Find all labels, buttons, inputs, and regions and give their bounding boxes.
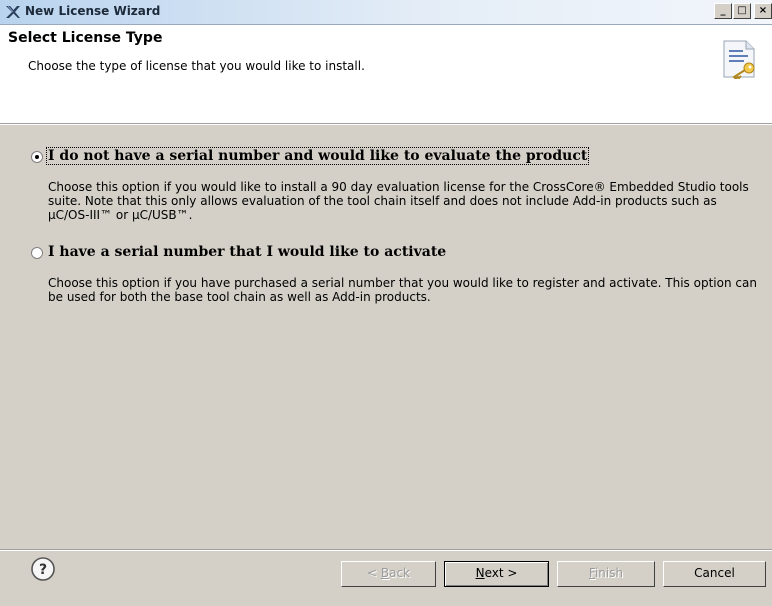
help-question-icon[interactable]: ?	[30, 556, 56, 582]
activate-option-description: Choose this option if you have purchased…	[48, 276, 757, 304]
evaluate-option-label[interactable]: I do not have a serial number and would …	[45, 147, 590, 165]
wizard-window: New License Wizard _ □ × Select License …	[0, 0, 772, 606]
maximize-button[interactable]: □	[733, 3, 751, 19]
wizard-header: Select License Type Choose the type of l…	[0, 25, 772, 123]
window-title: New License Wizard	[25, 4, 161, 18]
svg-text:?: ?	[39, 562, 47, 578]
header-separator-highlight	[0, 124, 772, 125]
page-description: Choose the type of license that you woul…	[28, 59, 365, 73]
minimize-button[interactable]: _	[714, 3, 732, 19]
back-rest: ack	[389, 566, 410, 580]
next-button[interactable]: Next >	[444, 561, 549, 587]
back-mnemonic: B	[380, 566, 390, 580]
cancel-button[interactable]: Cancel	[663, 561, 766, 587]
page-title: Select License Type	[8, 30, 163, 46]
back-prefix: <	[366, 566, 381, 580]
x-icon	[6, 5, 20, 18]
activate-radio[interactable]	[31, 247, 43, 259]
back-button[interactable]: < Back	[341, 561, 436, 587]
close-button[interactable]: ×	[754, 3, 772, 19]
next-rest: ext >	[484, 566, 518, 580]
footer-separator-highlight	[0, 550, 772, 551]
radio-selected-dot	[35, 155, 39, 159]
evaluate-radio[interactable]	[31, 151, 43, 163]
finish-rest: inish	[594, 566, 624, 580]
next-mnemonic: N	[475, 566, 485, 580]
activate-option-label[interactable]: I have a serial number that I would like…	[48, 244, 446, 260]
title-bar[interactable]: New License Wizard _ □ ×	[0, 0, 772, 25]
license-document-key-icon	[723, 40, 755, 79]
evaluate-option-description: Choose this option if you would like to …	[48, 180, 749, 222]
finish-button[interactable]: Finish	[557, 561, 655, 587]
